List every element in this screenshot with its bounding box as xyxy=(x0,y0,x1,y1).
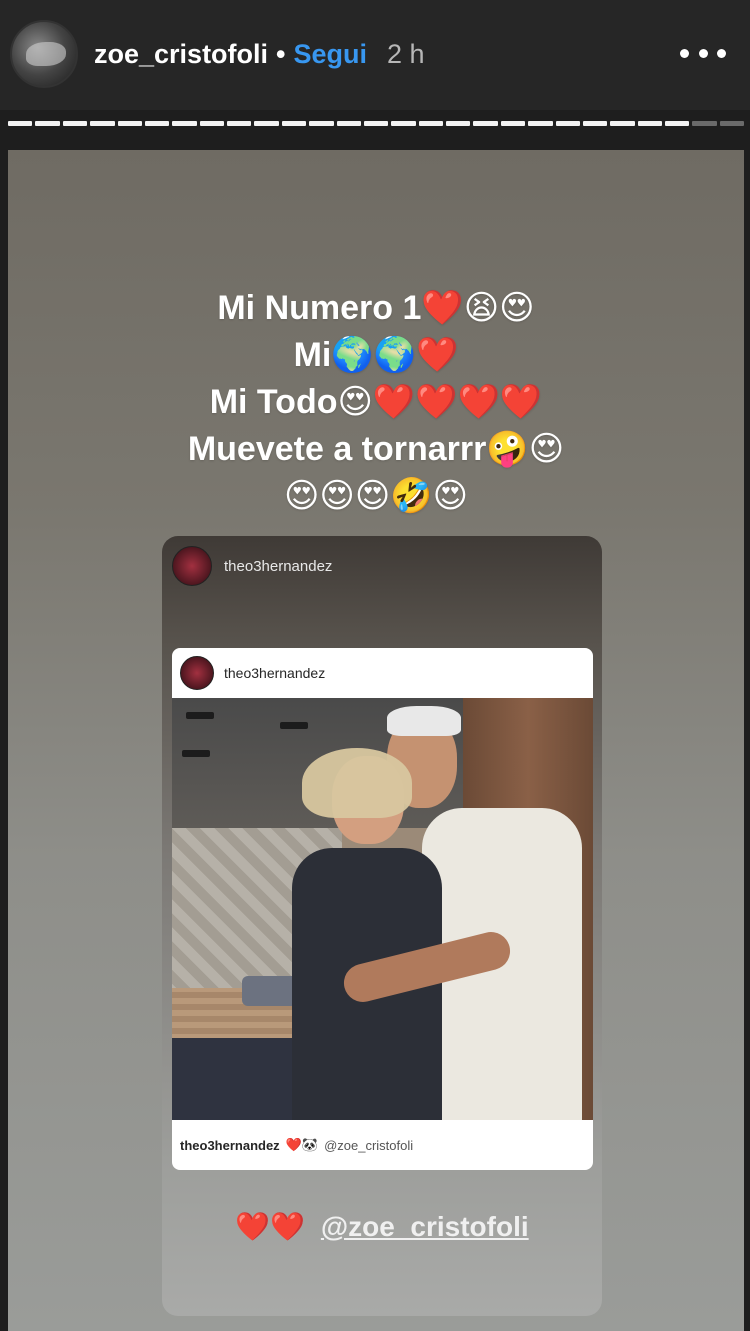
progress-segment xyxy=(35,121,60,126)
progress-segment xyxy=(90,121,115,126)
progress-segment xyxy=(719,121,745,126)
post-photo xyxy=(172,698,593,1120)
progress-segment xyxy=(692,121,717,126)
caption-line: Mi Numero 1❤️😫😍 xyxy=(217,289,535,327)
caption-line: Mi🌍🌍❤️ xyxy=(293,336,459,374)
progress-segment xyxy=(418,121,443,126)
profile-avatar[interactable] xyxy=(10,20,78,88)
story-header: zoe_cristofoli • Segui 2 h xyxy=(0,0,750,110)
card-mention-line: ❤️❤️ @zoe_cristofoli xyxy=(162,1210,602,1243)
caption-line: Mi Todo😍❤️❤️❤️❤️ xyxy=(209,383,543,421)
caption-line: 😍😍😍🤣😍 xyxy=(283,477,469,515)
progress-segment xyxy=(582,121,608,126)
avatar-image xyxy=(26,42,66,66)
progress-segment xyxy=(473,121,498,126)
separator-dot: • xyxy=(276,38,286,69)
progress-segment xyxy=(637,121,662,126)
progress-segment xyxy=(62,121,88,126)
shared-author-avatar[interactable] xyxy=(172,546,212,586)
story-caption: Mi Numero 1❤️😫😍 Mi🌍🌍❤️ Mi Todo😍❤️❤️❤️❤️ … xyxy=(8,285,744,520)
shared-card-header: theo3hernandez xyxy=(172,546,332,586)
post-caption: theo3hernandez ❤️🐼 @zoe_cristofoli xyxy=(172,1120,593,1170)
ceiling-light xyxy=(182,750,210,757)
post-caption-emojis: ❤️🐼 xyxy=(285,1137,319,1152)
post-author-avatar xyxy=(180,656,214,690)
post-header: theo3hernandez xyxy=(172,648,593,698)
post-author-name: theo3hernandez xyxy=(224,665,326,681)
photo-man-hair xyxy=(387,706,461,736)
progress-segment xyxy=(363,121,389,126)
mention-sticker[interactable]: @zoe_cristofoli xyxy=(321,1211,529,1242)
more-dot xyxy=(698,48,708,58)
progress-segment xyxy=(528,121,553,126)
story-content[interactable]: Mi Numero 1❤️😫😍 Mi🌍🌍❤️ Mi Todo😍❤️❤️❤️❤️ … xyxy=(8,150,744,1331)
header-info: zoe_cristofoli • Segui 2 h xyxy=(94,34,425,74)
ceiling-light xyxy=(280,722,308,729)
progress-segment xyxy=(117,121,142,126)
story-progress-bar xyxy=(8,121,745,126)
progress-segment xyxy=(199,121,224,126)
progress-segment xyxy=(309,121,334,126)
photo-woman-hair xyxy=(302,748,412,818)
post-time: 2 h xyxy=(387,38,425,69)
more-options-icon[interactable] xyxy=(680,38,726,68)
more-dot xyxy=(680,48,689,58)
progress-segment xyxy=(446,121,471,126)
caption-line: Muevete a tornarrr🤪😍 xyxy=(187,430,565,468)
progress-segment xyxy=(665,121,690,126)
post-caption-tag[interactable]: @zoe_cristofoli xyxy=(324,1138,413,1153)
progress-segment xyxy=(254,121,279,126)
progress-segment xyxy=(555,121,580,126)
shared-post[interactable]: theo3hernandez theo3hernandez ❤️🐼 @zoe_c… xyxy=(172,648,593,1170)
ceiling-light xyxy=(186,712,214,719)
progress-segment xyxy=(172,121,197,126)
post-caption-user: theo3hernandez xyxy=(180,1137,280,1153)
progress-segment xyxy=(8,121,33,126)
username[interactable]: zoe_cristofoli xyxy=(94,39,268,70)
shared-author-name[interactable]: theo3hernandez xyxy=(224,558,332,575)
progress-segment xyxy=(144,121,170,126)
progress-segment xyxy=(610,121,635,126)
progress-segment xyxy=(336,121,361,126)
progress-segment xyxy=(500,121,526,126)
more-dot xyxy=(717,48,726,58)
follow-button[interactable]: Segui xyxy=(294,39,368,70)
progress-segment xyxy=(391,121,416,126)
progress-segment xyxy=(227,121,252,126)
progress-segment xyxy=(281,121,307,126)
shared-story-card[interactable]: theo3hernandez theo3hernandez theo3herna… xyxy=(162,536,602,1316)
hearts-emoji: ❤️❤️ xyxy=(235,1211,306,1242)
